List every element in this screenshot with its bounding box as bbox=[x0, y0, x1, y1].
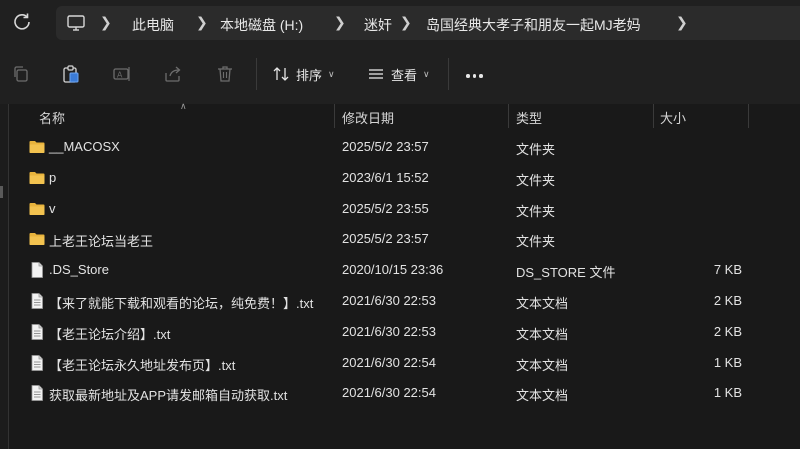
folder-icon bbox=[28, 200, 46, 218]
toolbar-divider bbox=[256, 58, 257, 90]
file-type: 文件夹 bbox=[516, 172, 556, 188]
file-row[interactable]: p 2023/6/1 15:52 文件夹 bbox=[8, 163, 800, 193]
file-size: 7 KB bbox=[713, 262, 742, 278]
file-row[interactable]: .DS_Store 2020/10/15 23:36 DS_STORE 文件 7 KB bbox=[8, 255, 800, 285]
sort-label: 排序 bbox=[296, 67, 323, 83]
sort-button[interactable]: 排序 ∨ bbox=[272, 64, 335, 84]
breadcrumb-item-folder[interactable]: 迷奸 bbox=[364, 15, 392, 35]
file-row[interactable]: 获取最新地址及APP请发邮箱自动获取.txt 2021/6/30 22:54 文本文… bbox=[8, 378, 800, 408]
chevron-right-icon[interactable]: ❯ bbox=[400, 14, 412, 30]
file-size: 1 KB bbox=[713, 354, 742, 370]
breadcrumb-item-drive[interactable]: 本地磁盘 (H:) bbox=[220, 15, 303, 35]
file-modified: 2025/5/2 23:57 bbox=[342, 231, 429, 247]
file-row[interactable]: 【来了就能下载和观看的论坛，纯免费！】.txt 2021/6/30 22:53 文本… bbox=[8, 286, 800, 316]
file-size: 2 KB bbox=[713, 323, 742, 339]
file-type: 文件夹 bbox=[516, 142, 556, 157]
view-icon bbox=[369, 69, 383, 79]
file-row[interactable]: v 2025/5/2 23:55 文件夹 bbox=[8, 194, 800, 224]
file-modified: 2021/6/30 22:54 bbox=[342, 385, 436, 401]
file-modified: 2020/10/15 23:36 bbox=[342, 262, 444, 278]
delete-icon[interactable] bbox=[215, 64, 235, 84]
file-modified: 2021/6/30 22:53 bbox=[342, 323, 436, 339]
breadcrumb-item-this-pc[interactable]: 此电脑 bbox=[132, 15, 174, 35]
file-name: v bbox=[49, 200, 56, 216]
text-file-icon bbox=[28, 384, 46, 402]
file-name: 【老王论坛永久地址发布页】.txt bbox=[49, 357, 236, 373]
paste-icon[interactable] bbox=[61, 64, 81, 84]
file-modified: 2021/6/30 22:54 bbox=[342, 354, 436, 370]
file-row[interactable]: __MACOSX 2025/5/2 23:57 文件夹 bbox=[8, 132, 800, 162]
rename-icon[interactable]: A bbox=[112, 64, 132, 84]
column-divider[interactable] bbox=[653, 104, 654, 128]
text-file-icon bbox=[28, 323, 46, 341]
share-icon[interactable] bbox=[163, 64, 183, 84]
file-modified: 2021/6/30 22:53 bbox=[342, 293, 436, 308]
view-button[interactable]: 查看 ∨ bbox=[367, 64, 430, 84]
column-divider[interactable] bbox=[334, 104, 335, 128]
file-type: DS_STORE 文件 bbox=[516, 265, 616, 281]
file-modified: 2023/6/1 15:52 bbox=[342, 169, 429, 185]
file-size: 1 KB bbox=[713, 385, 742, 401]
folder-icon bbox=[28, 230, 46, 248]
file-type: 文本文档 bbox=[516, 296, 569, 311]
file-list: ∧ 名称 修改日期 类型 大小 __MACOSX 2025/5/2 23:57 文件… bbox=[0, 101, 800, 449]
file-type: 文本文档 bbox=[516, 357, 569, 373]
file-name: 【来了就能下载和观看的论坛，纯免费！】.txt bbox=[49, 296, 314, 311]
file-name: __MACOSX bbox=[49, 139, 120, 154]
column-header-name[interactable]: 名称 bbox=[39, 108, 65, 127]
chevron-down-icon: ∨ bbox=[328, 68, 335, 79]
refresh-icon[interactable] bbox=[11, 11, 33, 33]
view-label: 查看 bbox=[391, 67, 418, 83]
file-icon bbox=[28, 261, 46, 279]
chevron-right-icon[interactable]: ❯ bbox=[676, 14, 688, 30]
file-type: 文件夹 bbox=[516, 234, 556, 250]
breadcrumb-item-current[interactable]: 岛国经典大孝子和朋友一起MJ老妈 bbox=[426, 15, 641, 35]
svg-text:A: A bbox=[117, 71, 123, 80]
file-row[interactable]: 上老王论坛当老王 2025/5/2 23:57 文件夹 bbox=[8, 224, 800, 254]
file-row[interactable]: 【老王论坛永久地址发布页】.txt 2021/6/30 22:54 文本文档 1 KB bbox=[8, 348, 800, 378]
folder-icon bbox=[28, 138, 46, 156]
folder-icon bbox=[28, 169, 46, 187]
file-type: 文本文档 bbox=[516, 388, 569, 404]
file-name: 上老王论坛当老王 bbox=[49, 234, 154, 250]
copy-icon[interactable] bbox=[11, 64, 31, 84]
column-divider[interactable] bbox=[748, 104, 749, 128]
column-header-modified[interactable]: 修改日期 bbox=[342, 108, 394, 127]
text-file-icon bbox=[28, 292, 46, 310]
address-bar: ❯ 此电脑 ❯ 本地磁盘 (H:) ❯ 迷奸 ❯ 岛国经典大孝子和朋友一起MJ老… bbox=[0, 0, 800, 44]
file-name: .DS_Store bbox=[49, 262, 109, 278]
chevron-down-icon: ∨ bbox=[423, 68, 430, 79]
file-row[interactable]: 【老王论坛介绍】.txt 2021/6/30 22:53 文本文档 2 KB bbox=[8, 317, 800, 347]
chevron-right-icon[interactable]: ❯ bbox=[100, 14, 112, 30]
column-divider[interactable] bbox=[508, 104, 509, 128]
text-file-icon bbox=[28, 354, 46, 372]
sort-icon bbox=[273, 67, 289, 81]
this-pc-icon[interactable] bbox=[66, 14, 86, 32]
more-options-icon[interactable] bbox=[466, 74, 483, 78]
file-modified: 2025/5/2 23:57 bbox=[342, 139, 429, 154]
column-header-size[interactable]: 大小 bbox=[660, 108, 686, 127]
file-name: 获取最新地址及APP请发邮箱自动获取.txt bbox=[49, 388, 288, 404]
sort-ascending-icon: ∧ bbox=[180, 101, 187, 111]
file-type: 文件夹 bbox=[516, 203, 556, 219]
chevron-right-icon[interactable]: ❯ bbox=[334, 14, 346, 30]
file-name: p bbox=[49, 169, 57, 185]
column-header-type[interactable]: 类型 bbox=[516, 108, 542, 127]
chevron-right-icon[interactable]: ❯ bbox=[196, 14, 208, 30]
command-bar: A 排序 ∨ 查看 ∨ bbox=[0, 44, 800, 105]
file-name: 【老王论坛介绍】.txt bbox=[49, 326, 171, 342]
file-modified: 2025/5/2 23:55 bbox=[342, 200, 429, 216]
nav-scroll-indicator bbox=[0, 186, 3, 198]
breadcrumb[interactable]: ❯ 此电脑 ❯ 本地磁盘 (H:) ❯ 迷奸 ❯ 岛国经典大孝子和朋友一起MJ老… bbox=[56, 6, 800, 40]
toolbar-divider bbox=[448, 58, 449, 90]
file-type: 文本文档 bbox=[516, 326, 569, 342]
column-header-row: ∧ 名称 修改日期 类型 大小 bbox=[0, 101, 800, 128]
file-size: 2 KB bbox=[713, 293, 742, 308]
